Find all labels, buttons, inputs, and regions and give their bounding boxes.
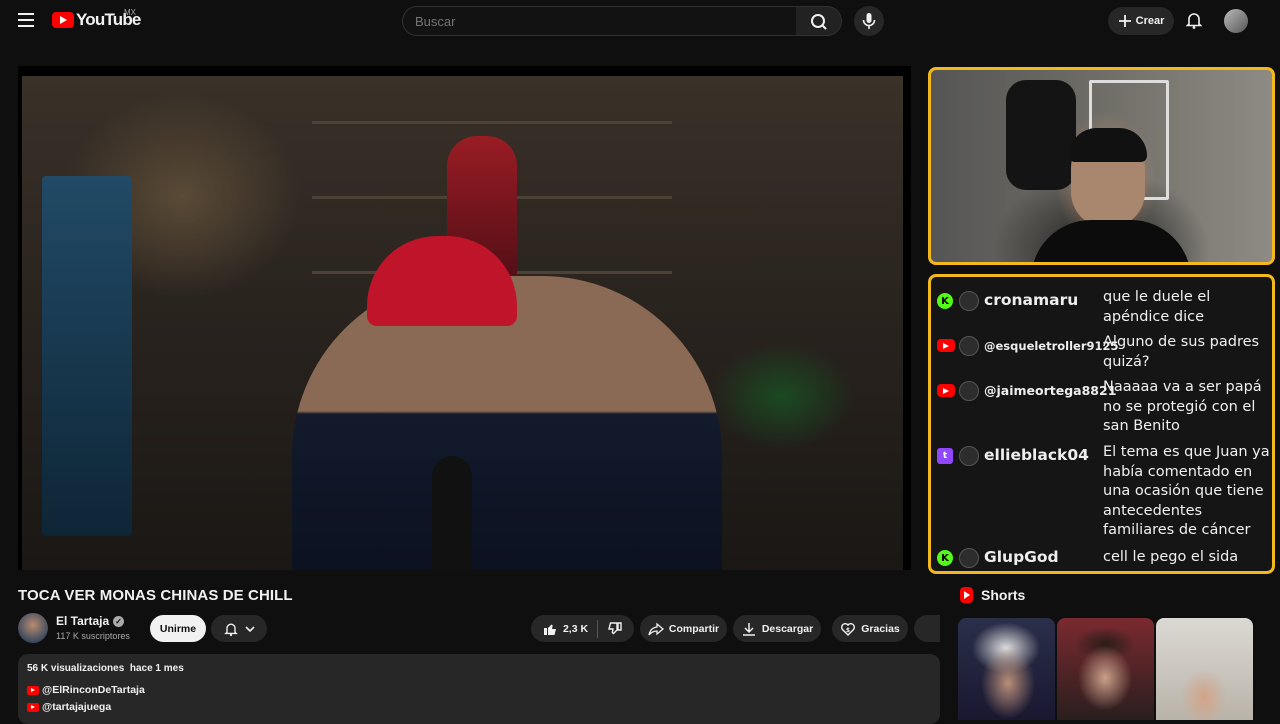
verified-check-icon: ✓ xyxy=(113,615,125,627)
thanks-label: Gracias xyxy=(861,622,900,635)
channel-link-text[interactable]: @tartajajuega xyxy=(42,701,111,713)
chat-username: GlupGod xyxy=(984,548,1059,566)
arcade-cabinet xyxy=(42,176,132,536)
youtube-icon xyxy=(937,339,955,352)
video-frame xyxy=(22,76,903,570)
share-button[interactable]: Compartir xyxy=(640,615,727,642)
channel-link[interactable]: @tartajajuega xyxy=(27,701,111,713)
like-icon[interactable] xyxy=(542,621,558,637)
chat-text: cell le pego el sida xyxy=(1103,549,1239,565)
super-thanks-icon: $ xyxy=(841,622,856,636)
short-thumbnail[interactable] xyxy=(1057,618,1154,720)
region-code: MX xyxy=(124,8,136,17)
user-avatar-icon xyxy=(959,336,979,356)
chat-username: ellieblack04 xyxy=(984,446,1089,464)
chat-text: que le duele el apéndice dice xyxy=(1103,289,1211,325)
short-thumbnail[interactable] xyxy=(1156,618,1253,720)
search-icon xyxy=(811,14,827,30)
webcam-person-hair xyxy=(1069,128,1147,162)
share-label: Compartir xyxy=(668,622,720,635)
thanks-button[interactable]: $ Gracias xyxy=(832,615,908,642)
divider xyxy=(597,619,599,638)
short-thumbnail[interactable] xyxy=(958,618,1055,720)
dislike-icon[interactable] xyxy=(607,621,623,637)
youtube-play-icon xyxy=(52,12,74,28)
view-count: 56 K visualizaciones xyxy=(27,663,125,674)
video-title: TOCA VER MONAS CHINAS DE CHILL xyxy=(18,587,293,604)
youtube-icon xyxy=(27,685,39,695)
user-avatar-icon xyxy=(959,291,979,311)
channel-name-row[interactable]: El Tartaja ✓ xyxy=(56,614,125,628)
like-dislike-group: 2,3 K xyxy=(531,615,634,642)
voice-search-button[interactable] xyxy=(854,6,884,36)
create-button[interactable]: Crear xyxy=(1108,7,1174,35)
video-player[interactable] xyxy=(18,66,911,570)
shorts-icon xyxy=(960,587,973,603)
user-avatar-icon xyxy=(959,548,979,568)
join-button[interactable]: Unirme xyxy=(150,615,206,642)
channel-name[interactable]: El Tartaja xyxy=(56,614,109,628)
chat-username: @esqueletroller9125 xyxy=(984,339,1119,353)
webcam-person-body xyxy=(1031,220,1191,262)
shorts-title: Shorts xyxy=(981,587,1026,603)
description-box[interactable]: 56 K visualizaciones hace 1 mes @ElRinco… xyxy=(18,654,940,724)
subscriber-count: 117 K suscriptores xyxy=(56,631,130,641)
shelf xyxy=(312,121,672,124)
user-avatar-icon xyxy=(959,381,979,401)
more-actions-button[interactable] xyxy=(914,615,940,642)
create-label: Crear xyxy=(1135,15,1165,27)
user-avatar-icon xyxy=(959,446,979,466)
kick-icon: K xyxy=(937,550,953,566)
channel-link-text[interactable]: @ElRinconDeTartaja xyxy=(42,684,145,696)
youtube-icon xyxy=(27,702,39,712)
jacket xyxy=(1006,80,1076,190)
microphone-icon xyxy=(862,13,876,29)
channel-link[interactable]: @ElRinconDeTartaja xyxy=(27,684,145,696)
svg-text:$: $ xyxy=(846,627,850,634)
menu-icon[interactable] xyxy=(18,13,34,27)
search-input[interactable] xyxy=(402,6,797,36)
chat-username: @jaimeortega8821 xyxy=(984,383,1117,398)
youtube-icon xyxy=(937,384,955,397)
youtube-logo[interactable]: YouTube MX xyxy=(52,8,141,30)
chat-text: El tema es que Juan ya había comentado e… xyxy=(1103,444,1270,538)
shorts-header: Shorts xyxy=(960,587,1025,603)
share-icon xyxy=(648,622,664,635)
chat-text: Alguno de sus padres quizá? xyxy=(1103,334,1260,370)
webcam-overlay xyxy=(928,67,1275,265)
chat-text: Naaaaa va a ser papá no se protegió con … xyxy=(1103,379,1262,434)
chevron-down-icon xyxy=(245,625,255,632)
bell-icon xyxy=(224,623,238,636)
upload-date: hace 1 mes xyxy=(129,663,184,674)
account-avatar[interactable] xyxy=(1224,9,1248,33)
channel-avatar[interactable] xyxy=(18,613,48,643)
download-icon xyxy=(742,622,755,636)
like-count[interactable]: 2,3 K xyxy=(563,623,588,635)
bell-icon xyxy=(1185,13,1203,29)
chat-overlay: K cronamaru que le duele el apéndice dic… xyxy=(928,274,1275,574)
search-button[interactable] xyxy=(796,6,842,36)
kick-icon: K xyxy=(937,293,953,309)
download-button[interactable]: Descargar xyxy=(733,615,821,642)
download-label: Descargar xyxy=(761,622,814,635)
microphone xyxy=(432,456,472,570)
plus-icon xyxy=(1118,15,1131,27)
video-meta: 56 K visualizaciones hace 1 mes xyxy=(27,663,184,674)
top-bar: YouTube MX Crear xyxy=(0,0,1280,42)
subscription-bell-button[interactable] xyxy=(211,615,267,642)
notifications-button[interactable] xyxy=(1184,10,1204,30)
chat-username: cronamaru xyxy=(984,291,1079,309)
twitch-icon: t xyxy=(937,448,953,464)
